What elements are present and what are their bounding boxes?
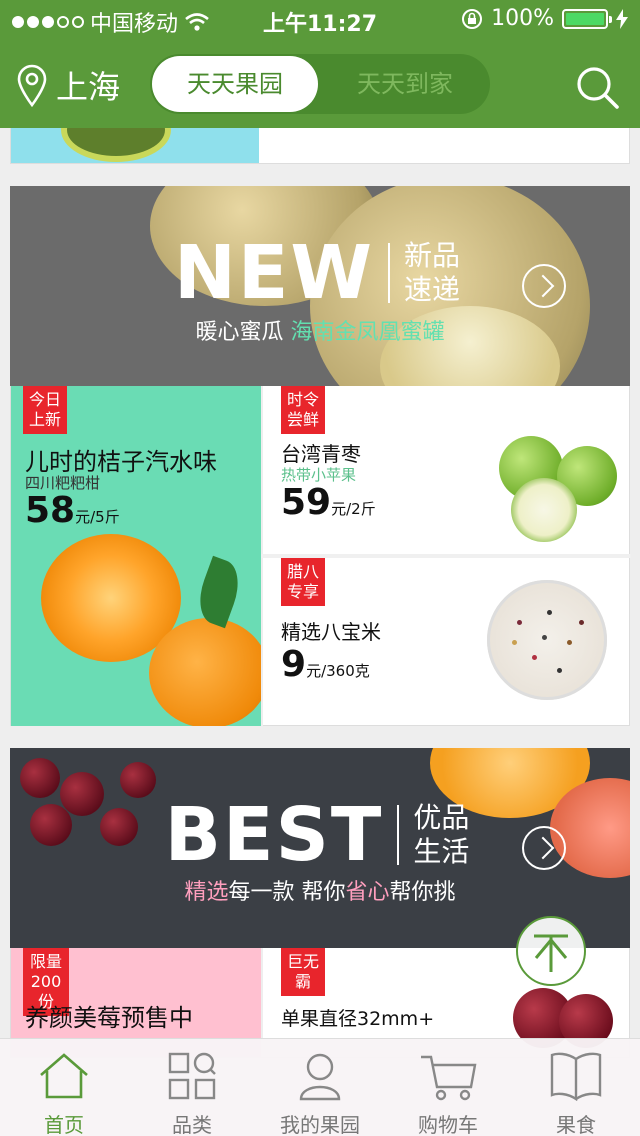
product-card-orange[interactable]: 今日上新 儿时的桔子汽水味 四川粑粑柑 58元/5斤	[11, 386, 261, 726]
tab-tiantian-daojia[interactable]: 天天到家	[322, 56, 488, 112]
orientation-lock-icon	[462, 8, 483, 29]
new-banner-subtitle: 暖心蜜瓜 海南金凤凰蜜罐	[195, 320, 445, 345]
arrow-up-icon	[534, 934, 568, 972]
tab-category[interactable]: 品类	[128, 1039, 256, 1136]
book-icon	[550, 1052, 602, 1101]
best-banner-subtitle: 精选每一款 帮你省心帮你挑	[184, 880, 456, 905]
tab-tiantian-guoyuan[interactable]: 天天果园	[152, 56, 318, 112]
tab-label: 果食	[556, 1113, 596, 1136]
cart-icon	[421, 1055, 477, 1101]
previous-card-remnant[interactable]	[10, 128, 630, 164]
product-tag: 腊八专享	[281, 558, 325, 606]
tab-label: 我的果园	[280, 1113, 360, 1136]
product-tag: 巨无霸	[281, 948, 325, 996]
product-title: 精选八宝米	[281, 620, 381, 644]
location-label: 上海	[56, 68, 121, 106]
tab-my-orchard[interactable]: 我的果园	[256, 1039, 384, 1136]
chevron-right-icon[interactable]	[522, 264, 566, 308]
tab-label: 品类	[172, 1113, 212, 1136]
new-products-grid: 今日上新 儿时的桔子汽水味 四川粑粑柑 58元/5斤 时令尝鲜 台湾青枣 热带小…	[10, 386, 631, 726]
user-icon	[299, 1053, 341, 1101]
chevron-right-icon[interactable]	[522, 826, 566, 870]
new-arrivals-banner[interactable]: NEW 新品速递 暖心蜜瓜 海南金凤凰蜜罐	[10, 186, 630, 386]
battery-group: 100%	[461, 6, 628, 31]
status-bar: 中国移动 上午11:27 100%	[0, 0, 640, 40]
orange-image-2	[149, 618, 261, 726]
tab-home[interactable]: 首页	[0, 1039, 128, 1136]
product-card-babaomi[interactable]: 腊八专享 精选八宝米 9元/360克	[261, 558, 631, 726]
product-tag: 今日上新	[23, 386, 67, 434]
rice-bowl-image	[487, 580, 607, 700]
tab-cart[interactable]: 购物车	[384, 1039, 512, 1136]
category-grid-icon	[168, 1052, 216, 1100]
new-small-word: 新品速递	[404, 239, 461, 306]
product-tag: 时令尝鲜	[281, 386, 325, 434]
best-small-word: 优品生活	[413, 801, 470, 868]
product-title: 台湾青枣	[281, 442, 361, 466]
product-price: 58元/5斤	[25, 490, 120, 531]
new-big-word: NEW	[173, 230, 375, 316]
location-selector[interactable]: 上海	[16, 62, 120, 108]
home-icon	[40, 1053, 88, 1099]
battery-icon	[562, 8, 612, 29]
scroll-to-top-button[interactable]	[516, 916, 586, 986]
bottom-tab-bar: 首页 品类 我的果园 购物车 果食	[0, 1038, 640, 1136]
product-price: 59元/2斤	[281, 482, 376, 523]
tab-label: 购物车	[418, 1113, 478, 1136]
search-icon[interactable]	[574, 64, 620, 110]
best-big-word: BEST	[164, 792, 384, 878]
product-title: 单果直径32mm+	[281, 1008, 435, 1030]
tab-label: 首页	[44, 1113, 84, 1136]
battery-percent: 100%	[491, 6, 554, 31]
app-header: 上海 天天果园 天天到家	[0, 40, 640, 128]
product-price: 9元/360克	[281, 644, 370, 685]
jujube-half-image	[511, 478, 577, 542]
product-card-jujube[interactable]: 时令尝鲜 台湾青枣 热带小苹果 59元/2斤	[261, 386, 631, 554]
tab-fruit-food[interactable]: 果食	[512, 1039, 640, 1136]
charging-icon	[616, 8, 628, 29]
store-tabs: 天天果园 天天到家	[150, 54, 490, 114]
product-title: 养颜美莓预售中	[25, 1004, 193, 1032]
location-pin-icon	[17, 64, 47, 107]
